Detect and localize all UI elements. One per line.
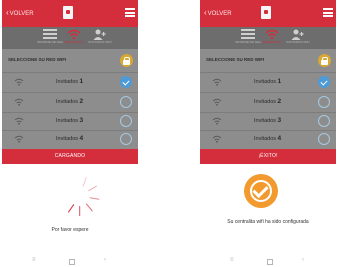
back-button[interactable]: ‹VOLVER xyxy=(204,8,232,19)
wifi-network-panel: SELECCIONE SU RED WIFI Invitados 1 Invit… xyxy=(200,49,336,149)
network-name: Invitados 3 xyxy=(254,117,282,124)
loading-screen: ‹VOLVER INFORME DE SEG REDES WIFI INVITA… xyxy=(2,0,138,267)
document-icon xyxy=(261,6,271,19)
wifi-icon xyxy=(14,135,24,143)
section-header: SELECCIONE SU RED WIFI xyxy=(2,49,138,72)
network-row[interactable]: Invitados 1 xyxy=(200,73,336,92)
wifi-icon xyxy=(14,78,24,86)
tab-label: INVITADOS WIFI xyxy=(286,40,310,44)
network-row[interactable]: Invitados 3 xyxy=(2,112,138,131)
list-icon xyxy=(43,29,57,40)
status-bar: CARGANDO xyxy=(2,149,138,164)
network-row[interactable]: Invitados 2 xyxy=(200,93,336,112)
status-bar: ¡ÉXITO! xyxy=(200,149,336,164)
network-row[interactable]: Invitados 3 xyxy=(200,112,336,131)
wifi-icon xyxy=(14,98,24,106)
section-title: SELECCIONE SU RED WIFI xyxy=(8,57,67,62)
tab-bar: INFORME DE SEG REDES WIFI INVITADOS WIFI xyxy=(200,27,336,49)
lock-icon xyxy=(120,54,133,67)
network-radio-selected[interactable] xyxy=(120,76,132,88)
tab-guest-wifi[interactable]: INVITADOS WIFI xyxy=(82,29,118,49)
network-radio[interactable] xyxy=(318,115,330,127)
chevron-left-icon: ‹ xyxy=(204,8,207,17)
network-radio[interactable] xyxy=(120,115,132,127)
lock-icon xyxy=(318,54,331,67)
back-label: VOLVER xyxy=(207,11,232,17)
network-row[interactable]: Invitados 4 xyxy=(200,130,336,149)
network-name: Invitados 4 xyxy=(56,135,84,142)
success-message: Su centralita wifi ha sido configurada xyxy=(227,219,309,225)
hamburger-icon[interactable] xyxy=(323,8,333,17)
network-radio[interactable] xyxy=(318,96,330,108)
network-name: Invitados 2 xyxy=(56,98,84,105)
network-row[interactable]: Invitados 4 xyxy=(2,130,138,149)
network-name: Invitados 2 xyxy=(254,98,282,105)
chevron-left-icon: ‹ xyxy=(6,8,9,17)
network-name: Invitados 3 xyxy=(56,117,84,124)
back-icon[interactable]: ‹ xyxy=(104,257,106,263)
back-icon[interactable]: ‹ xyxy=(302,257,304,263)
network-name: Invitados 4 xyxy=(254,135,282,142)
loading-message: Por favor espere xyxy=(51,227,89,233)
list-icon xyxy=(241,29,255,40)
menu-icon[interactable]: ≡ xyxy=(32,257,36,263)
android-nav-bar: ≡ ‹ xyxy=(2,255,138,267)
wifi-icon xyxy=(212,98,222,106)
network-name: Invitados 1 xyxy=(254,78,282,85)
network-radio[interactable] xyxy=(318,133,330,145)
network-row[interactable]: Invitados 2 xyxy=(2,93,138,112)
top-bar: ‹VOLVER xyxy=(2,0,138,27)
section-title: SELECCIONE SU RED WIFI xyxy=(206,57,265,62)
tab-guest-wifi[interactable]: INVITADOS WIFI xyxy=(280,29,316,49)
wifi-icon xyxy=(265,29,279,40)
back-label: VOLVER xyxy=(9,11,34,17)
wifi-icon xyxy=(212,135,222,143)
check-circle-icon xyxy=(244,174,278,208)
section-header: SELECCIONE SU RED WIFI xyxy=(200,49,336,72)
add-user-icon xyxy=(291,29,305,40)
menu-icon[interactable]: ≡ xyxy=(230,257,234,263)
back-button[interactable]: ‹VOLVER xyxy=(6,8,34,19)
tab-bar: INFORME DE SEG REDES WIFI INVITADOS WIFI xyxy=(2,27,138,49)
add-user-icon xyxy=(93,29,107,40)
home-icon[interactable] xyxy=(69,259,75,265)
wifi-network-panel: SELECCIONE SU RED WIFI Invitados 1 Invit… xyxy=(2,49,138,149)
network-radio-selected[interactable] xyxy=(318,76,330,88)
network-radio[interactable] xyxy=(120,96,132,108)
wifi-icon xyxy=(212,78,222,86)
wifi-icon xyxy=(67,29,81,40)
success-screen: ‹VOLVER INFORME DE SEG REDES WIFI INVITA… xyxy=(200,0,336,267)
home-icon[interactable] xyxy=(267,259,273,265)
network-name: Invitados 1 xyxy=(56,78,84,85)
network-radio[interactable] xyxy=(120,133,132,145)
document-icon xyxy=(63,6,73,19)
tab-label: INVITADOS WIFI xyxy=(88,40,112,44)
hamburger-icon[interactable] xyxy=(125,8,135,17)
loading-spinner-icon xyxy=(60,176,100,216)
top-bar: ‹VOLVER xyxy=(200,0,336,27)
wifi-icon xyxy=(212,117,222,125)
wifi-icon xyxy=(14,117,24,125)
android-nav-bar: ≡ ‹ xyxy=(200,255,336,267)
network-row[interactable]: Invitados 1 xyxy=(2,73,138,92)
